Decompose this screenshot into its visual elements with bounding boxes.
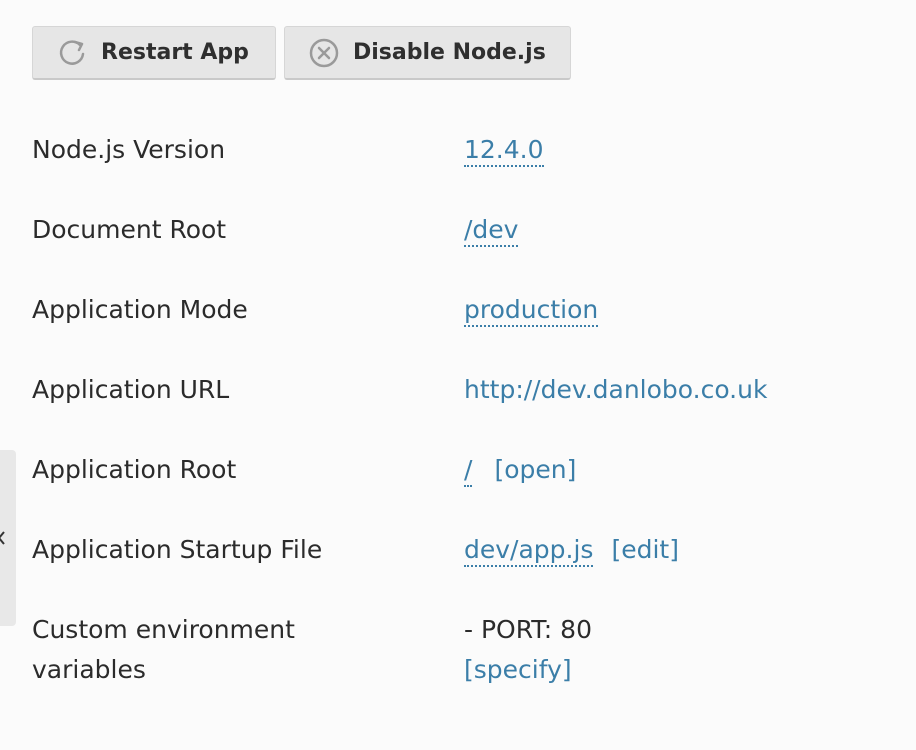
document-root-link[interactable]: /dev xyxy=(464,215,519,247)
specify-link[interactable]: [specify] xyxy=(464,655,572,684)
disable-nodejs-button[interactable]: Disable Node.js xyxy=(284,26,571,80)
application-url-value: http://dev.danlobo.co.uk xyxy=(464,370,767,410)
startup-file-link[interactable]: dev/app.js xyxy=(464,535,594,567)
startup-file-label: Application Startup File xyxy=(32,535,323,564)
chevron-left-icon xyxy=(0,528,6,548)
custom-env-label-line1: Custom environment xyxy=(32,615,295,644)
application-mode-value: production xyxy=(464,290,599,330)
startup-file-value: dev/app.js [edit] xyxy=(464,530,679,570)
application-mode-label: Application Mode xyxy=(32,295,248,324)
document-root-label: Document Root xyxy=(32,215,227,244)
application-root-value: / [open] xyxy=(464,450,576,490)
disable-nodejs-label: Disable Node.js xyxy=(353,40,546,65)
custom-env-label: Custom environment variables xyxy=(32,610,412,690)
application-root-link[interactable]: / xyxy=(464,455,473,487)
custom-env-label-line2: variables xyxy=(32,655,146,684)
node-version-value: 12.4.0 xyxy=(464,130,544,170)
application-root-label: Application Root xyxy=(32,455,237,484)
application-mode-link[interactable]: production xyxy=(464,295,599,327)
open-link[interactable]: [open] xyxy=(494,455,576,484)
edit-link[interactable]: [edit] xyxy=(611,535,679,564)
custom-env-port: - PORT: 80 xyxy=(464,615,592,644)
document-root-value: /dev xyxy=(464,210,519,250)
node-version-label: Node.js Version xyxy=(32,135,226,164)
close-circle-icon xyxy=(307,36,341,70)
node-version-link[interactable]: 12.4.0 xyxy=(464,135,544,167)
restart-icon xyxy=(55,36,89,70)
toolbar: Restart App Disable Node.js xyxy=(32,26,571,80)
custom-env-value: - PORT: 80 [specify] xyxy=(464,610,592,690)
restart-app-button[interactable]: Restart App xyxy=(32,26,276,80)
side-panel-toggle[interactable] xyxy=(0,450,16,626)
restart-app-label: Restart App xyxy=(101,40,249,65)
application-url-link[interactable]: http://dev.danlobo.co.uk xyxy=(464,375,767,404)
application-url-label: Application URL xyxy=(32,375,230,404)
